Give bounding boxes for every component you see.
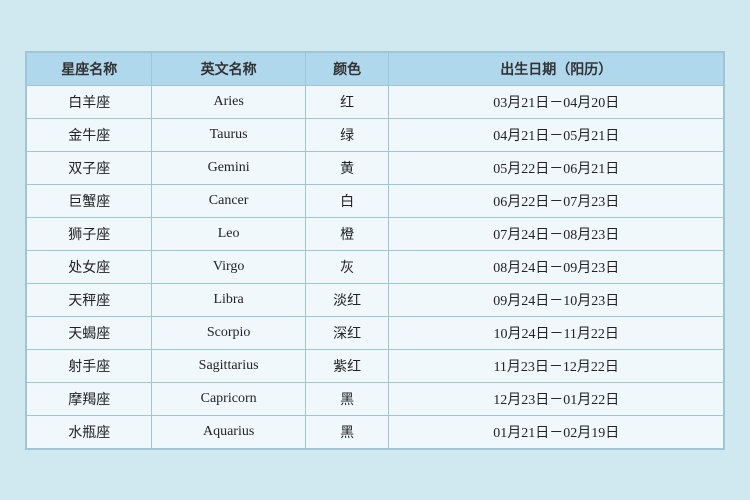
cell-color: 黑	[305, 415, 389, 448]
cell-english: Gemini	[152, 151, 305, 184]
cell-english: Leo	[152, 217, 305, 250]
cell-chinese: 射手座	[27, 349, 152, 382]
cell-chinese: 狮子座	[27, 217, 152, 250]
cell-english: Sagittarius	[152, 349, 305, 382]
cell-english: Taurus	[152, 118, 305, 151]
table-row: 狮子座Leo橙07月24日－08月23日	[27, 217, 724, 250]
table-row: 金牛座Taurus绿04月21日－05月21日	[27, 118, 724, 151]
cell-date: 07月24日－08月23日	[389, 217, 724, 250]
cell-english: Virgo	[152, 250, 305, 283]
cell-color: 黑	[305, 382, 389, 415]
table-row: 摩羯座Capricorn黑12月23日－01月22日	[27, 382, 724, 415]
cell-english: Libra	[152, 283, 305, 316]
table-row: 处女座Virgo灰08月24日－09月23日	[27, 250, 724, 283]
cell-date: 05月22日－06月21日	[389, 151, 724, 184]
cell-date: 12月23日－01月22日	[389, 382, 724, 415]
cell-color: 灰	[305, 250, 389, 283]
zodiac-table: 星座名称 英文名称 颜色 出生日期（阳历） 白羊座Aries红03月21日－04…	[26, 52, 724, 449]
cell-chinese: 处女座	[27, 250, 152, 283]
table-row: 天蝎座Scorpio深红10月24日－11月22日	[27, 316, 724, 349]
cell-color: 深红	[305, 316, 389, 349]
cell-color: 紫红	[305, 349, 389, 382]
table-row: 双子座Gemini黄05月22日－06月21日	[27, 151, 724, 184]
cell-date: 08月24日－09月23日	[389, 250, 724, 283]
table-body: 白羊座Aries红03月21日－04月20日金牛座Taurus绿04月21日－0…	[27, 85, 724, 448]
cell-chinese: 双子座	[27, 151, 152, 184]
zodiac-table-container: 星座名称 英文名称 颜色 出生日期（阳历） 白羊座Aries红03月21日－04…	[25, 51, 725, 450]
cell-chinese: 巨蟹座	[27, 184, 152, 217]
cell-color: 淡红	[305, 283, 389, 316]
cell-color: 橙	[305, 217, 389, 250]
header-color: 颜色	[305, 52, 389, 85]
table-row: 射手座Sagittarius紫红11月23日－12月22日	[27, 349, 724, 382]
cell-english: Aquarius	[152, 415, 305, 448]
cell-date: 11月23日－12月22日	[389, 349, 724, 382]
cell-date: 03月21日－04月20日	[389, 85, 724, 118]
cell-english: Scorpio	[152, 316, 305, 349]
cell-date: 06月22日－07月23日	[389, 184, 724, 217]
cell-color: 红	[305, 85, 389, 118]
cell-chinese: 金牛座	[27, 118, 152, 151]
cell-english: Aries	[152, 85, 305, 118]
cell-color: 黄	[305, 151, 389, 184]
header-english: 英文名称	[152, 52, 305, 85]
table-row: 巨蟹座Cancer白06月22日－07月23日	[27, 184, 724, 217]
cell-chinese: 水瓶座	[27, 415, 152, 448]
header-date: 出生日期（阳历）	[389, 52, 724, 85]
cell-date: 10月24日－11月22日	[389, 316, 724, 349]
cell-english: Capricorn	[152, 382, 305, 415]
cell-color: 绿	[305, 118, 389, 151]
table-row: 白羊座Aries红03月21日－04月20日	[27, 85, 724, 118]
cell-english: Cancer	[152, 184, 305, 217]
table-row: 水瓶座Aquarius黑01月21日－02月19日	[27, 415, 724, 448]
table-header-row: 星座名称 英文名称 颜色 出生日期（阳历）	[27, 52, 724, 85]
table-row: 天秤座Libra淡红09月24日－10月23日	[27, 283, 724, 316]
cell-date: 04月21日－05月21日	[389, 118, 724, 151]
cell-date: 01月21日－02月19日	[389, 415, 724, 448]
header-chinese: 星座名称	[27, 52, 152, 85]
cell-color: 白	[305, 184, 389, 217]
cell-chinese: 白羊座	[27, 85, 152, 118]
cell-date: 09月24日－10月23日	[389, 283, 724, 316]
cell-chinese: 摩羯座	[27, 382, 152, 415]
cell-chinese: 天蝎座	[27, 316, 152, 349]
cell-chinese: 天秤座	[27, 283, 152, 316]
